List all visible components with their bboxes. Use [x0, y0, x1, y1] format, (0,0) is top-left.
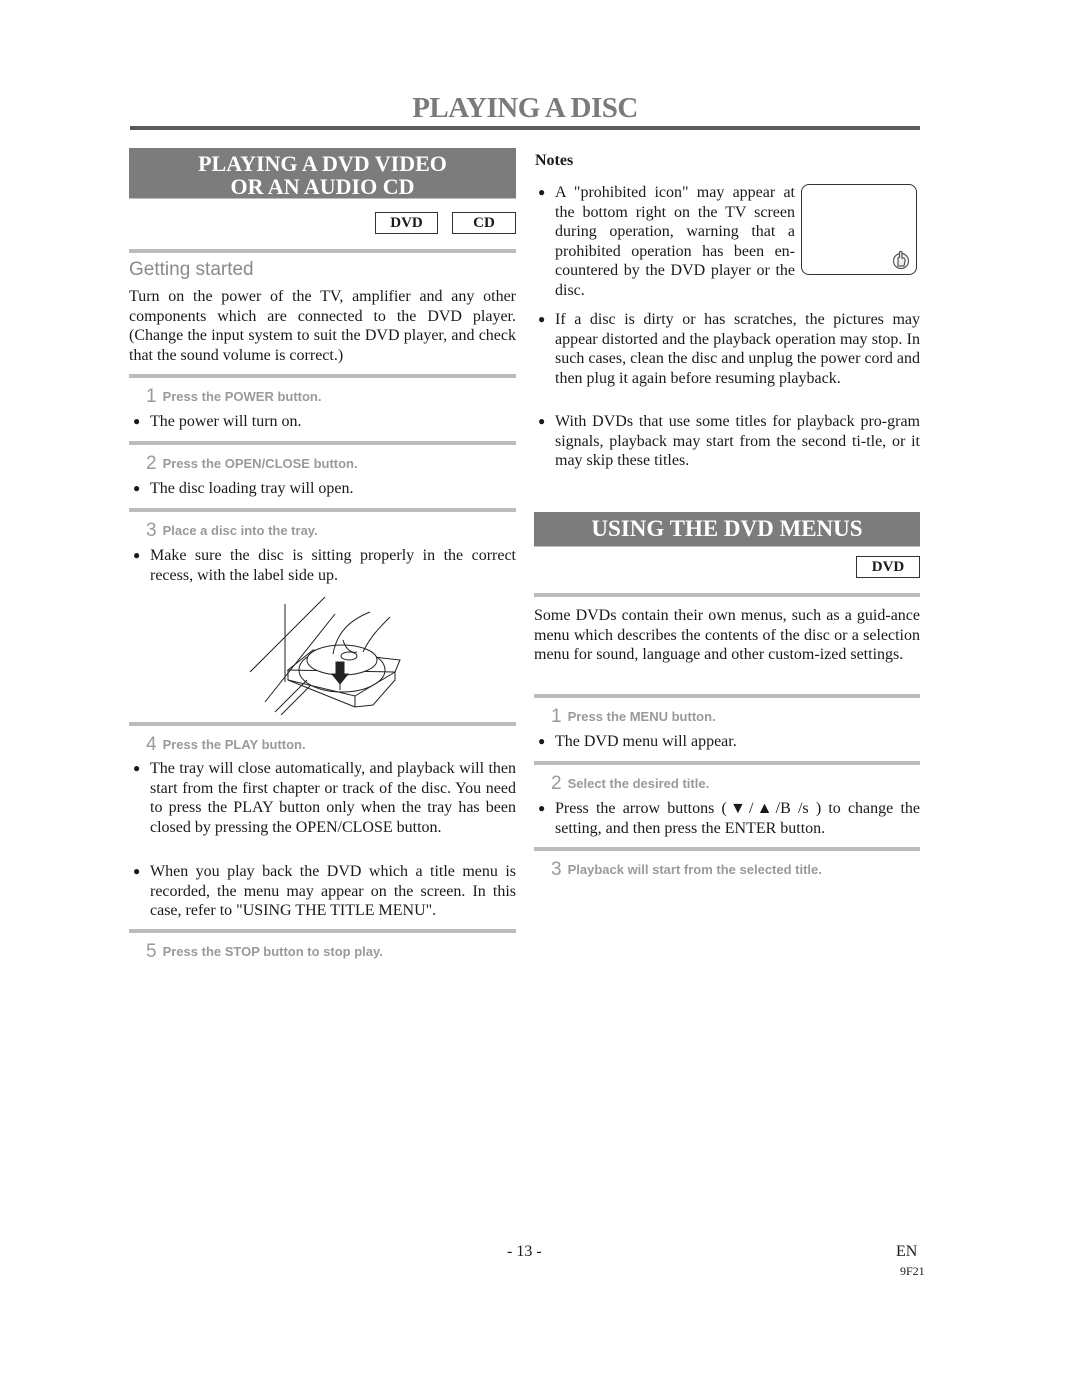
- bullet-icon: ●: [538, 185, 546, 199]
- divider: [129, 508, 516, 512]
- intro-text: Turn on the power of the TV, amplifier a…: [129, 288, 516, 364]
- bullet-icon: ●: [538, 734, 546, 748]
- note-item: ● A "prohibited icon" may appear at the b…: [538, 184, 795, 299]
- menu-step-3: 3 Playback will start from the selected t…: [551, 859, 822, 881]
- step-number: 2: [146, 453, 157, 474]
- step-label: Press the OPEN/CLOSE button.: [162, 456, 358, 471]
- getting-started-heading: Getting started: [129, 259, 254, 280]
- section-heading-playing-dvd: PLAYING A DVD VIDEO OR AN AUDIO CD: [129, 148, 516, 199]
- section-heading-line2: OR AN AUDIO CD: [230, 174, 415, 199]
- bullet-item: ● The tray will close automatically, and …: [133, 760, 516, 836]
- step-label: Press the POWER button.: [162, 389, 322, 404]
- bullet-icon: ●: [538, 414, 546, 428]
- divider: [129, 929, 516, 933]
- step-4: 4 Press the PLAY button.: [146, 734, 306, 756]
- language-code: EN: [896, 1243, 918, 1260]
- step-label: Select the desired title.: [567, 776, 710, 791]
- bullet-icon: ●: [133, 481, 141, 495]
- step-label: Press the MENU button.: [567, 709, 716, 724]
- section-heading-dvd-menus: USING THE DVD MENUS: [534, 512, 920, 547]
- step-number: 3: [146, 520, 157, 541]
- note-item: ● If a disc is dirty or has scratches, th…: [538, 311, 920, 387]
- bullet-icon: ●: [133, 761, 141, 775]
- page-number: - 13 -: [507, 1243, 542, 1260]
- bullet-icon: ●: [538, 801, 546, 815]
- cd-badge: CD: [452, 212, 516, 234]
- step-3: 3 Place a disc into the tray.: [146, 520, 318, 542]
- bullet-item: ● When you play back the DVD which a titl…: [133, 863, 516, 919]
- bullet-icon: ●: [133, 414, 141, 428]
- page-title: PLAYING A DISC: [412, 92, 638, 124]
- model-code: 9F21: [900, 1264, 925, 1278]
- step-number: 2: [551, 773, 562, 794]
- step-number: 1: [551, 706, 562, 727]
- divider: [534, 593, 920, 597]
- step-5: 5 Press the STOP button to stop play.: [146, 941, 383, 963]
- divider: [129, 722, 516, 726]
- step-label: Place a disc into the tray.: [162, 523, 318, 538]
- menu-step-1: 1 Press the MENU button.: [551, 706, 716, 728]
- bullet-item: ● Press the arrow buttons (▼/▲/B /s ) to …: [538, 800, 920, 837]
- bullet-item: ● The DVD menu will appear.: [538, 733, 737, 750]
- bullet-item: ● The power will turn on.: [133, 413, 302, 430]
- dvd-badge: DVD: [856, 556, 920, 578]
- disc-tray-illustration: [249, 596, 401, 716]
- divider: [129, 374, 516, 378]
- step-2: 2 Press the OPEN/CLOSE button.: [146, 453, 358, 475]
- prohibited-hand-icon: [892, 250, 910, 270]
- step-number: 4: [146, 734, 157, 755]
- step-number: 5: [146, 941, 157, 962]
- bullet-item: ● The disc loading tray will open.: [133, 480, 354, 497]
- step-number: 3: [551, 859, 562, 880]
- divider: [129, 441, 516, 445]
- step-label: Press the PLAY button.: [162, 737, 306, 752]
- step-label: Press the STOP button to stop play.: [162, 944, 383, 959]
- menus-intro-text: Some DVDs contain their own menus, such …: [534, 607, 920, 663]
- bullet-icon: ●: [133, 864, 141, 878]
- step-label: Playback will start from the selected ti…: [567, 862, 822, 877]
- tv-screen-illustration: [801, 184, 917, 275]
- title-rule: [130, 126, 920, 130]
- bullet-icon: ●: [538, 312, 546, 326]
- divider: [534, 847, 920, 851]
- note-item: ● With DVDs that use some titles for play…: [538, 413, 920, 469]
- section-heading-line1: PLAYING A DVD VIDEO: [198, 151, 447, 176]
- menu-step-2: 2 Select the desired title.: [551, 773, 709, 795]
- divider: [534, 761, 920, 765]
- dvd-badge: DVD: [375, 212, 438, 234]
- divider: [534, 694, 920, 698]
- bullet-icon: ●: [133, 548, 141, 562]
- step-number: 1: [146, 386, 157, 407]
- notes-label: Notes: [535, 152, 574, 169]
- divider: [129, 249, 516, 253]
- bullet-item: ● Make sure the disc is sitting properly …: [133, 547, 516, 584]
- step-1: 1 Press the POWER button.: [146, 386, 321, 408]
